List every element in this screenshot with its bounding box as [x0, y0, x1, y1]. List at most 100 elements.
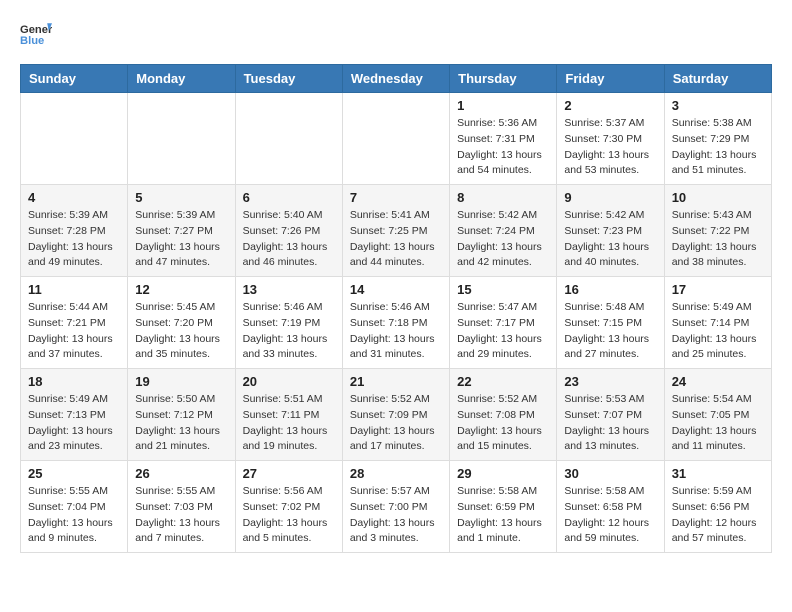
day-cell	[342, 93, 449, 185]
calendar-header-sunday: Sunday	[21, 65, 128, 93]
day-cell: 2 Sunrise: 5:37 AM Sunset: 7:30 PM Daylig…	[557, 93, 664, 185]
day-info: Sunrise: 5:58 AM Sunset: 6:58 PM Dayligh…	[564, 484, 656, 547]
day-info: Sunrise: 5:57 AM Sunset: 7:00 PM Dayligh…	[350, 484, 442, 547]
day-cell: 27 Sunrise: 5:56 AM Sunset: 7:02 PM Dayli…	[235, 461, 342, 553]
day-cell: 20Sunrise: 5:51 AM Sunset: 7:11 PM Dayli…	[235, 369, 342, 461]
day-cell: 15 Sunrise: 5:47 AM Sunset: 7:17 PM Dayli…	[450, 277, 557, 369]
day-info: Sunrise: 5:47 AM Sunset: 7:17 PM Dayligh…	[457, 300, 549, 363]
day-number: 18	[28, 374, 120, 389]
day-cell: 31 Sunrise: 5:59 AM Sunset: 6:56 PM Dayli…	[664, 461, 771, 553]
day-info: Sunrise: 5:51 AM Sunset: 7:11 PM Dayligh…	[243, 392, 335, 455]
day-cell	[21, 93, 128, 185]
day-cell: 1Sunrise: 5:36 AM Sunset: 7:31 PM Daylig…	[450, 93, 557, 185]
day-cell: 25 Sunrise: 5:55 AM Sunset: 7:04 PM Dayli…	[21, 461, 128, 553]
day-info: Sunrise: 5:55 AM Sunset: 7:03 PM Dayligh…	[135, 484, 227, 547]
day-cell: 29Sunrise: 5:58 AM Sunset: 6:59 PM Dayli…	[450, 461, 557, 553]
day-number: 5	[135, 190, 227, 205]
day-number: 11	[28, 282, 120, 297]
day-number: 8	[457, 190, 549, 205]
day-info: Sunrise: 5:43 AM Sunset: 7:22 PM Dayligh…	[672, 208, 764, 271]
day-cell: 3 Sunrise: 5:38 AM Sunset: 7:29 PM Daylig…	[664, 93, 771, 185]
day-cell: 14 Sunrise: 5:46 AM Sunset: 7:18 PM Dayli…	[342, 277, 449, 369]
day-info: Sunrise: 5:44 AM Sunset: 7:21 PM Dayligh…	[28, 300, 120, 363]
day-cell: 23 Sunrise: 5:53 AM Sunset: 7:07 PM Dayli…	[557, 369, 664, 461]
day-info: Sunrise: 5:55 AM Sunset: 7:04 PM Dayligh…	[28, 484, 120, 547]
day-number: 19	[135, 374, 227, 389]
day-cell: 10 Sunrise: 5:43 AM Sunset: 7:22 PM Dayli…	[664, 185, 771, 277]
day-info: Sunrise: 5:45 AM Sunset: 7:20 PM Dayligh…	[135, 300, 227, 363]
calendar-table: SundayMondayTuesdayWednesdayThursdayFrid…	[20, 64, 772, 553]
day-info: Sunrise: 5:50 AM Sunset: 7:12 PM Dayligh…	[135, 392, 227, 455]
calendar-header-wednesday: Wednesday	[342, 65, 449, 93]
day-number: 23	[564, 374, 656, 389]
day-number: 26	[135, 466, 227, 481]
day-number: 9	[564, 190, 656, 205]
day-number: 16	[564, 282, 656, 297]
day-cell: 8 Sunrise: 5:42 AM Sunset: 7:24 PM Daylig…	[450, 185, 557, 277]
day-number: 10	[672, 190, 764, 205]
day-number: 29	[457, 466, 549, 481]
week-row-4: 18 Sunrise: 5:49 AM Sunset: 7:13 PM Dayli…	[21, 369, 772, 461]
day-cell: 5 Sunrise: 5:39 AM Sunset: 7:27 PM Daylig…	[128, 185, 235, 277]
day-info: Sunrise: 5:39 AM Sunset: 7:28 PM Dayligh…	[28, 208, 120, 271]
day-info: Sunrise: 5:56 AM Sunset: 7:02 PM Dayligh…	[243, 484, 335, 547]
day-info: Sunrise: 5:46 AM Sunset: 7:18 PM Dayligh…	[350, 300, 442, 363]
day-number: 28	[350, 466, 442, 481]
logo: General Blue	[20, 20, 52, 48]
day-cell: 24 Sunrise: 5:54 AM Sunset: 7:05 PM Dayli…	[664, 369, 771, 461]
day-number: 17	[672, 282, 764, 297]
day-info: Sunrise: 5:52 AM Sunset: 7:08 PM Dayligh…	[457, 392, 549, 455]
day-info: Sunrise: 5:53 AM Sunset: 7:07 PM Dayligh…	[564, 392, 656, 455]
day-number: 6	[243, 190, 335, 205]
day-number: 4	[28, 190, 120, 205]
day-number: 13	[243, 282, 335, 297]
day-cell	[128, 93, 235, 185]
day-cell: 16 Sunrise: 5:48 AM Sunset: 7:15 PM Dayli…	[557, 277, 664, 369]
day-number: 7	[350, 190, 442, 205]
week-row-3: 11 Sunrise: 5:44 AM Sunset: 7:21 PM Dayli…	[21, 277, 772, 369]
day-info: Sunrise: 5:52 AM Sunset: 7:09 PM Dayligh…	[350, 392, 442, 455]
day-number: 15	[457, 282, 549, 297]
day-info: Sunrise: 5:41 AM Sunset: 7:25 PM Dayligh…	[350, 208, 442, 271]
week-row-1: 1Sunrise: 5:36 AM Sunset: 7:31 PM Daylig…	[21, 93, 772, 185]
day-info: Sunrise: 5:49 AM Sunset: 7:13 PM Dayligh…	[28, 392, 120, 455]
day-cell: 19 Sunrise: 5:50 AM Sunset: 7:12 PM Dayli…	[128, 369, 235, 461]
day-number: 25	[28, 466, 120, 481]
day-number: 3	[672, 98, 764, 113]
day-info: Sunrise: 5:59 AM Sunset: 6:56 PM Dayligh…	[672, 484, 764, 547]
day-cell: 4 Sunrise: 5:39 AM Sunset: 7:28 PM Daylig…	[21, 185, 128, 277]
week-row-5: 25 Sunrise: 5:55 AM Sunset: 7:04 PM Dayli…	[21, 461, 772, 553]
day-info: Sunrise: 5:37 AM Sunset: 7:30 PM Dayligh…	[564, 116, 656, 179]
day-info: Sunrise: 5:40 AM Sunset: 7:26 PM Dayligh…	[243, 208, 335, 271]
day-info: Sunrise: 5:38 AM Sunset: 7:29 PM Dayligh…	[672, 116, 764, 179]
calendar-header-tuesday: Tuesday	[235, 65, 342, 93]
day-cell: 21Sunrise: 5:52 AM Sunset: 7:09 PM Dayli…	[342, 369, 449, 461]
day-number: 2	[564, 98, 656, 113]
day-number: 24	[672, 374, 764, 389]
week-row-2: 4 Sunrise: 5:39 AM Sunset: 7:28 PM Daylig…	[21, 185, 772, 277]
day-cell: 11 Sunrise: 5:44 AM Sunset: 7:21 PM Dayli…	[21, 277, 128, 369]
day-cell: 22Sunrise: 5:52 AM Sunset: 7:08 PM Dayli…	[450, 369, 557, 461]
day-number: 27	[243, 466, 335, 481]
svg-text:General: General	[20, 24, 52, 36]
day-number: 14	[350, 282, 442, 297]
day-number: 30	[564, 466, 656, 481]
day-info: Sunrise: 5:48 AM Sunset: 7:15 PM Dayligh…	[564, 300, 656, 363]
day-info: Sunrise: 5:49 AM Sunset: 7:14 PM Dayligh…	[672, 300, 764, 363]
day-cell: 26 Sunrise: 5:55 AM Sunset: 7:03 PM Dayli…	[128, 461, 235, 553]
day-info: Sunrise: 5:39 AM Sunset: 7:27 PM Dayligh…	[135, 208, 227, 271]
logo-icon: General Blue	[20, 20, 52, 48]
day-cell: 17 Sunrise: 5:49 AM Sunset: 7:14 PM Dayli…	[664, 277, 771, 369]
day-cell: 13Sunrise: 5:46 AM Sunset: 7:19 PM Dayli…	[235, 277, 342, 369]
day-info: Sunrise: 5:42 AM Sunset: 7:24 PM Dayligh…	[457, 208, 549, 271]
day-info: Sunrise: 5:42 AM Sunset: 7:23 PM Dayligh…	[564, 208, 656, 271]
day-number: 12	[135, 282, 227, 297]
day-cell: 7 Sunrise: 5:41 AM Sunset: 7:25 PM Daylig…	[342, 185, 449, 277]
calendar-header-friday: Friday	[557, 65, 664, 93]
day-number: 31	[672, 466, 764, 481]
day-info: Sunrise: 5:54 AM Sunset: 7:05 PM Dayligh…	[672, 392, 764, 455]
calendar-header-row: SundayMondayTuesdayWednesdayThursdayFrid…	[21, 65, 772, 93]
day-cell: 18 Sunrise: 5:49 AM Sunset: 7:13 PM Dayli…	[21, 369, 128, 461]
day-cell: 12 Sunrise: 5:45 AM Sunset: 7:20 PM Dayli…	[128, 277, 235, 369]
day-number: 1	[457, 98, 549, 113]
